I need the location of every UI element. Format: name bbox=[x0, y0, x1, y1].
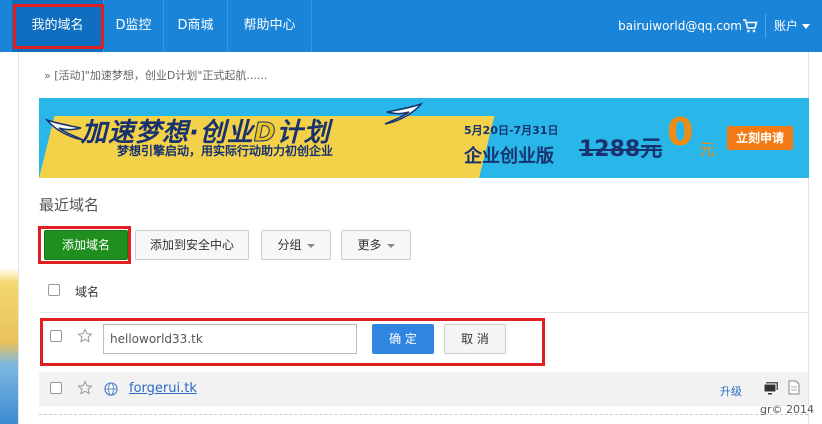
banner-subtitle: 梦想引擎启动，用实际行动助力初创企业 bbox=[117, 144, 334, 158]
watermark: gr© 2014 bbox=[760, 403, 814, 416]
more-dropdown-button[interactable]: 更多 bbox=[341, 230, 411, 260]
document-icon[interactable] bbox=[788, 380, 800, 395]
column-header-domain: 域名 bbox=[75, 285, 100, 299]
wing-right-icon bbox=[384, 102, 423, 125]
account-label: 账户 bbox=[774, 19, 799, 33]
banner-date: 5月20日-7月31日 bbox=[464, 124, 559, 137]
nav-d-monitor[interactable]: D监控 bbox=[104, 0, 164, 52]
nav-my-domains[interactable]: 我的域名 bbox=[12, 0, 104, 52]
monitor-icon[interactable] bbox=[763, 381, 779, 395]
cart-icon[interactable] bbox=[742, 18, 758, 34]
promo-banner[interactable]: 加速梦想·创业D计划 梦想引擎启动，用实际行动助力初创企业 5月20日-7月31… bbox=[39, 98, 809, 178]
domain-input[interactable] bbox=[103, 324, 357, 354]
row-checkbox[interactable] bbox=[50, 382, 62, 394]
nav-help-center[interactable]: 帮助中心 bbox=[228, 0, 312, 52]
add-domain-button[interactable]: 添加域名 bbox=[44, 230, 128, 260]
activity-notice[interactable]: » [活动]"加速梦想，创业D计划"正式起航...... bbox=[44, 67, 267, 83]
domain-name-link[interactable]: forgerui.tk bbox=[129, 381, 197, 396]
chevron-down-icon bbox=[306, 243, 315, 248]
top-navbar: 我的域名 D监控 D商城 帮助中心 bairuiworld@qq.com 账户 bbox=[0, 0, 822, 52]
star-icon[interactable] bbox=[77, 380, 93, 396]
chevron-down-icon bbox=[386, 243, 395, 248]
group-dropdown-button[interactable]: 分组 bbox=[261, 230, 331, 260]
nav-d-shop[interactable]: D商城 bbox=[164, 0, 228, 52]
select-all-checkbox[interactable] bbox=[48, 284, 60, 296]
user-email[interactable]: bairuiworld@qq.com bbox=[600, 0, 742, 52]
section-title: 最近域名 bbox=[39, 196, 100, 214]
cancel-button[interactable]: 取 消 bbox=[444, 324, 506, 354]
more-label: 更多 bbox=[357, 238, 382, 252]
banner-new-price: 0 bbox=[667, 110, 694, 154]
star-icon[interactable] bbox=[77, 328, 93, 344]
apply-now-button[interactable]: 立刻申请 bbox=[727, 126, 793, 150]
banner-currency: 元 bbox=[699, 140, 716, 159]
globe-icon bbox=[104, 382, 118, 396]
account-menu[interactable]: 账户 bbox=[774, 0, 811, 52]
upgrade-link[interactable]: 升级 bbox=[720, 383, 742, 399]
confirm-button[interactable]: 确 定 bbox=[372, 324, 434, 354]
wing-left-icon bbox=[45, 118, 84, 141]
nav-separator bbox=[765, 14, 766, 38]
row-divider bbox=[39, 414, 808, 415]
header-divider bbox=[39, 312, 808, 313]
chevron-down-icon bbox=[802, 24, 811, 29]
banner-edition: 企业创业版 bbox=[464, 146, 554, 167]
row-checkbox[interactable] bbox=[50, 330, 62, 342]
left-side-decoration bbox=[0, 52, 18, 424]
left-border bbox=[18, 52, 19, 424]
group-label: 分组 bbox=[277, 238, 302, 252]
add-to-security-center-button[interactable]: 添加到安全中心 bbox=[135, 230, 249, 260]
banner-old-price: 1288元 bbox=[579, 137, 663, 162]
